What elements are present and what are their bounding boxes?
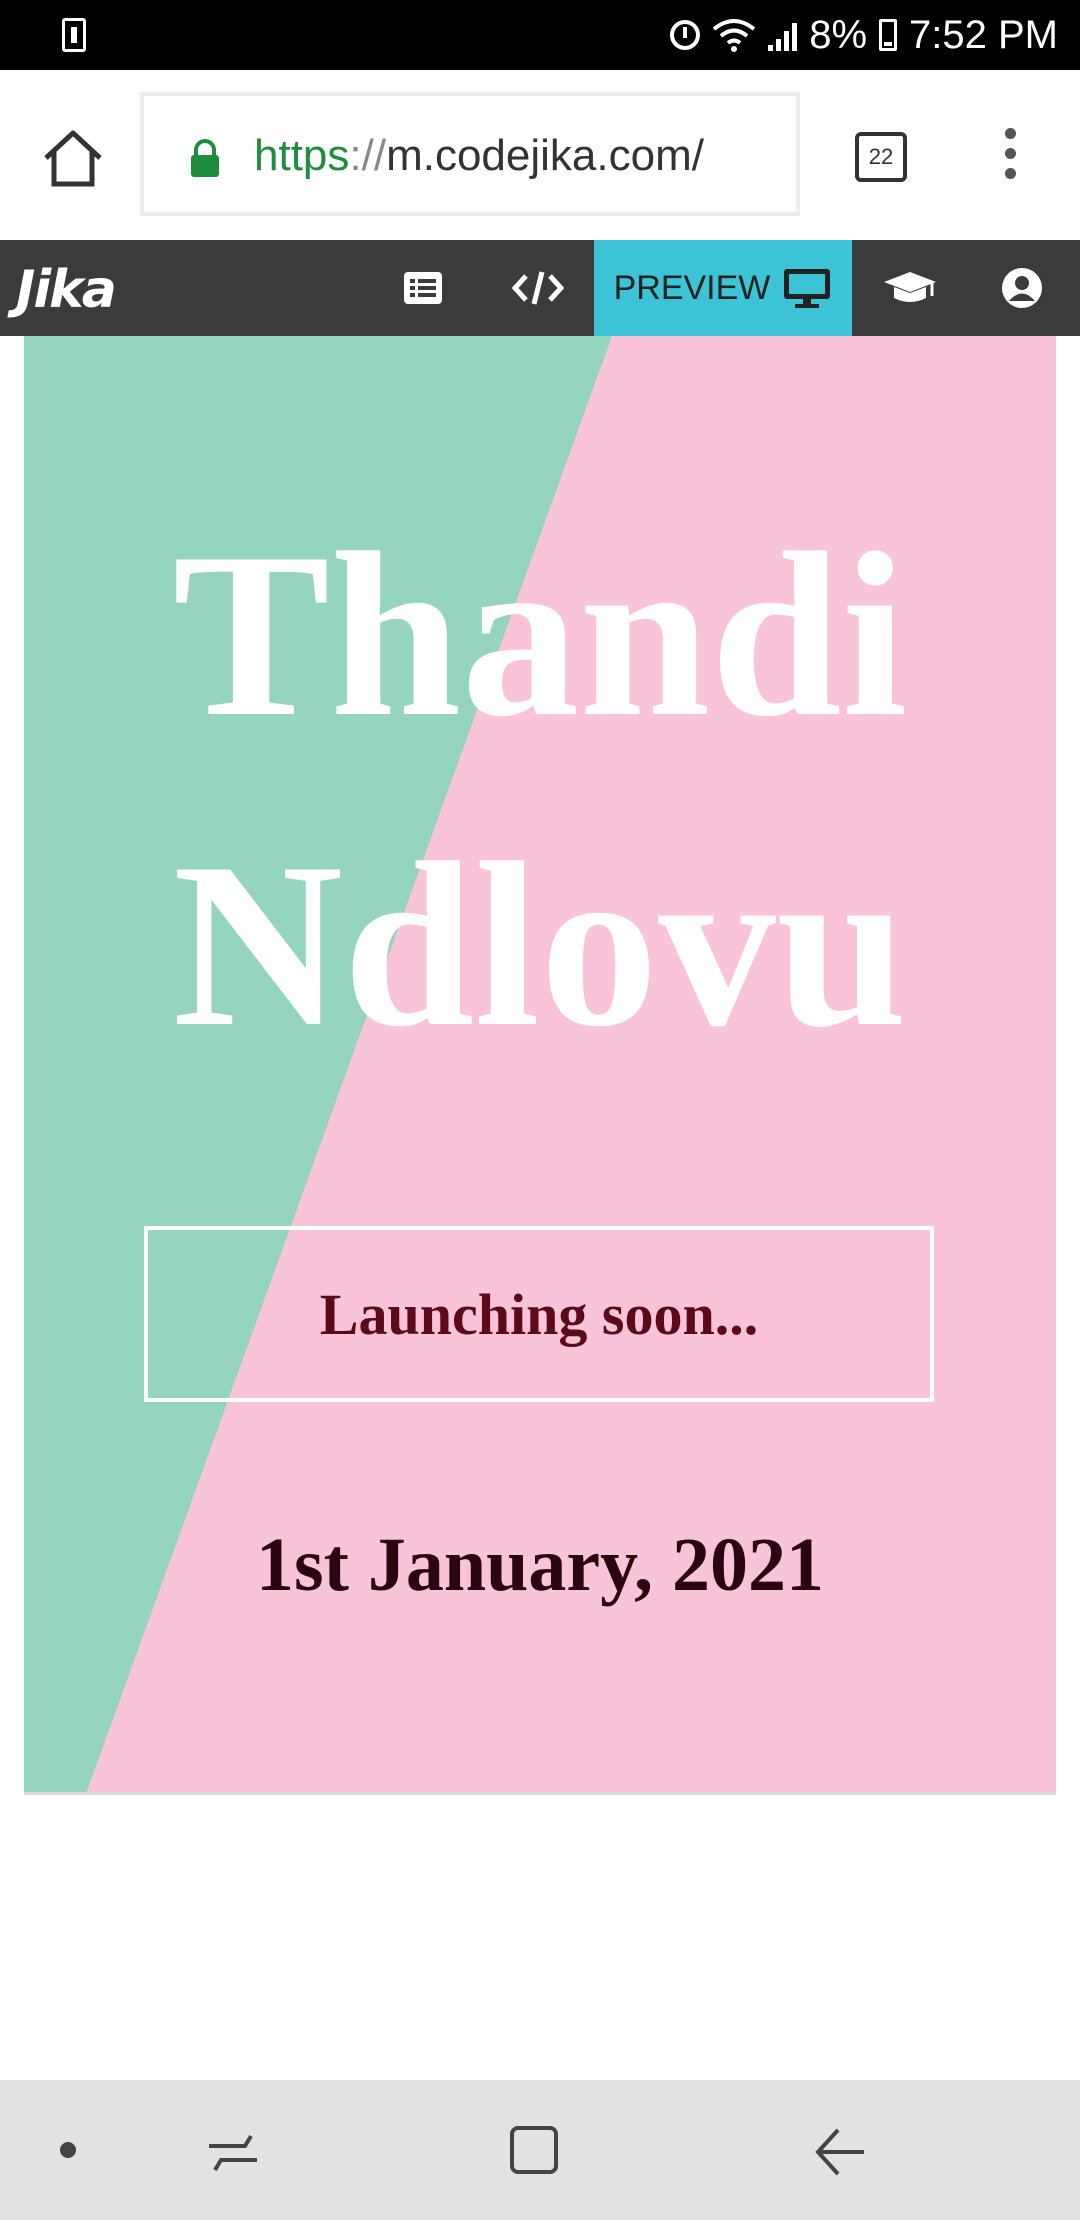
- monitor-icon: [784, 269, 831, 308]
- alarm-icon: [670, 20, 701, 50]
- battery-percent: 8%: [809, 12, 868, 57]
- hero-first-name: Thandi: [172, 505, 908, 766]
- launch-text: Launching soon...: [319, 1281, 759, 1347]
- recent-apps-icon[interactable]: [205, 2130, 261, 2176]
- notification-icon: [62, 18, 86, 52]
- lock-icon: [191, 139, 219, 177]
- clock: 7:52 PM: [909, 12, 1058, 57]
- wifi-icon: [712, 19, 756, 52]
- status-bar: 8% 7:52 PM: [0, 0, 1080, 70]
- system-navigation-bar: [0, 2080, 1080, 2220]
- preview-divider: [24, 1792, 1056, 1795]
- tab-profile[interactable]: [992, 240, 1052, 336]
- tab-switcher-button[interactable]: 22: [855, 132, 907, 182]
- overflow-menu-icon[interactable]: [996, 128, 1024, 188]
- url-separator: ://: [349, 131, 387, 180]
- signal-icon: [768, 19, 798, 51]
- url-host: m.codejika.com/: [386, 131, 704, 180]
- tab-lessons[interactable]: [398, 240, 448, 336]
- tab-code[interactable]: [508, 240, 568, 336]
- website-preview: Thandi Ndlovu Launching soon... 1st Janu…: [24, 336, 1056, 1794]
- launch-banner: Launching soon...: [144, 1226, 934, 1402]
- tab-learn[interactable]: [880, 240, 940, 336]
- hero-last-name: Ndlovu: [172, 815, 908, 1076]
- jika-logo[interactable]: Jika: [16, 260, 117, 320]
- dot-indicator-icon[interactable]: [60, 2142, 76, 2158]
- home-button-icon[interactable]: [510, 2126, 558, 2174]
- graduation-cap-icon: [884, 272, 936, 302]
- address-bar[interactable]: https://m.codejika.com/: [140, 92, 800, 216]
- tab-preview-label: PREVIEW: [613, 268, 771, 307]
- home-icon[interactable]: [40, 126, 106, 192]
- back-icon[interactable]: [812, 2126, 868, 2178]
- url-text: https://m.codejika.com/: [254, 126, 704, 186]
- status-indicators: 8% 7:52 PM: [670, 0, 1058, 70]
- tab-preview[interactable]: PREVIEW: [594, 240, 852, 350]
- url-scheme: https: [254, 131, 350, 180]
- launch-date: 1st January, 2021: [256, 1523, 824, 1607]
- battery-icon: [879, 19, 898, 51]
- browser-toolbar: https://m.codejika.com/ 22: [0, 70, 1080, 240]
- app-nav-bar: Jika PREVIEW: [0, 240, 1080, 350]
- list-icon: [404, 272, 442, 304]
- code-icon: [512, 271, 564, 305]
- user-icon: [1002, 268, 1042, 308]
